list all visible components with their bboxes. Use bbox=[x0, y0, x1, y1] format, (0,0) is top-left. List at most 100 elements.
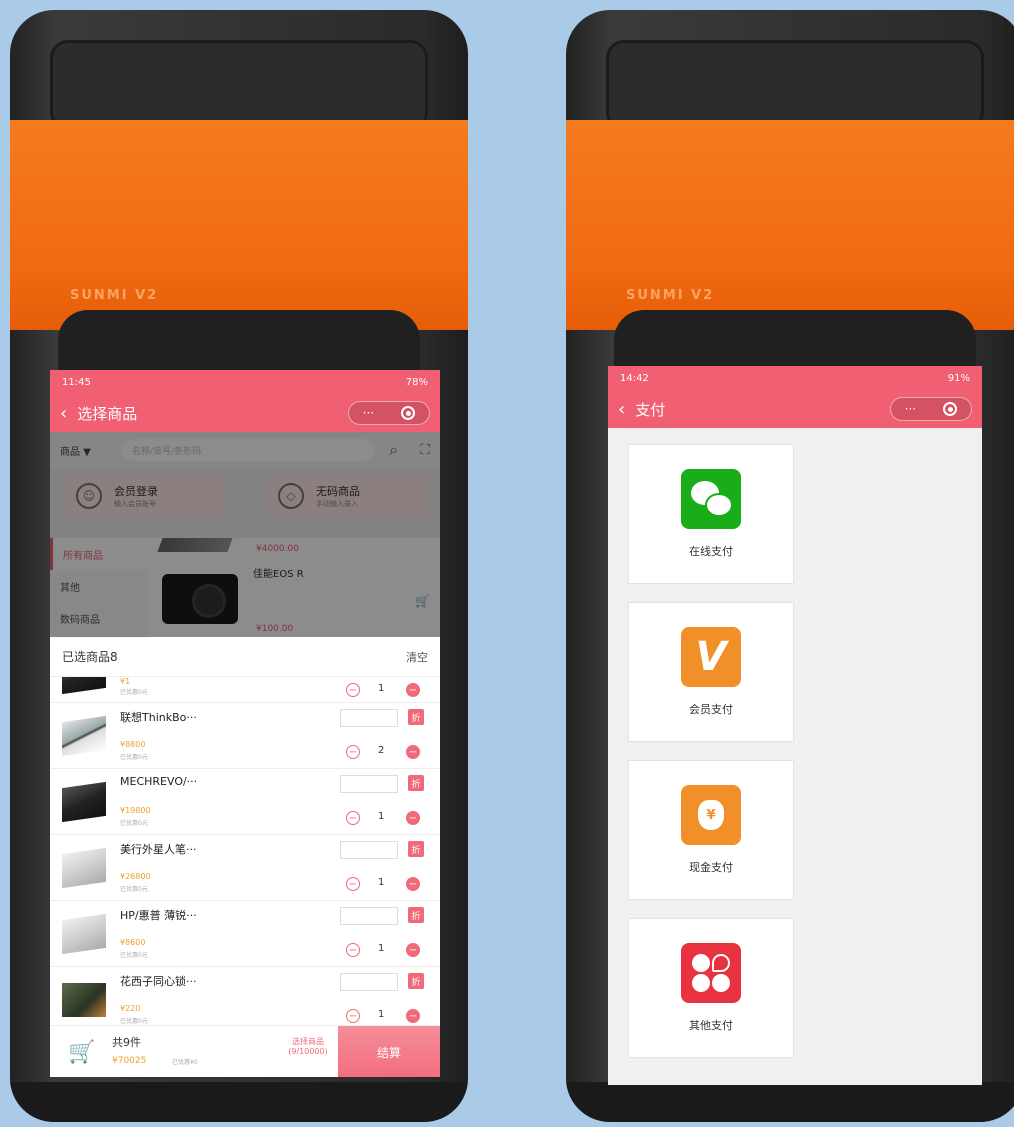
item-quantity: 1 bbox=[378, 1009, 385, 1020]
wechat-icon bbox=[681, 469, 741, 529]
close-target-icon[interactable] bbox=[943, 402, 958, 416]
device-bottom bbox=[566, 1082, 1014, 1122]
pos-device-left: SUNMI V2 11:45 78% ‹ 选择商品 ··· 商品 ▼ 名称/货号… bbox=[10, 10, 468, 1122]
checkout-footer: 🛒 共9件 ¥70025 已优惠¥0 选择商品 (9/10000) 结算 bbox=[50, 1025, 440, 1077]
price-edit-input[interactable] bbox=[340, 709, 398, 727]
discount-button[interactable]: 折 bbox=[408, 709, 424, 725]
increase-button[interactable]: − bbox=[406, 811, 420, 825]
item-price: ¥1 bbox=[120, 677, 131, 686]
increase-button[interactable]: − bbox=[406, 877, 420, 891]
list-item: MECHREVO/··· 折 ¥19800 已优惠0元 − 1 − bbox=[50, 769, 440, 835]
member-v-icon: V bbox=[681, 627, 741, 687]
price-edit-input[interactable] bbox=[340, 973, 398, 991]
checkout-button[interactable]: 结算 bbox=[338, 1026, 440, 1077]
discount-button[interactable]: 折 bbox=[408, 907, 424, 923]
select-label: 选择商品 bbox=[292, 1037, 324, 1046]
price-edit-input[interactable] bbox=[340, 841, 398, 859]
product-thumbnail bbox=[62, 847, 106, 889]
pay-label: 会员支付 bbox=[689, 703, 733, 716]
item-discount: 已优惠0元 bbox=[120, 886, 148, 893]
payment-methods: 在线支付 V 会员支付 ¥ 现金支付 其他支付 bbox=[608, 428, 982, 1058]
back-icon[interactable]: ‹ bbox=[618, 399, 625, 420]
total-price: ¥70025 bbox=[112, 1056, 147, 1066]
list-item: 美行外星人笔··· 折 ¥26800 已优惠0元 − 1 − bbox=[50, 835, 440, 901]
item-price: ¥8800 bbox=[120, 740, 146, 749]
clear-button[interactable]: 清空 bbox=[406, 649, 428, 665]
list-item: 花西子同心锁··· 折 ¥220 已优惠0元 − 1 − bbox=[50, 967, 440, 1033]
total-discount: 已优惠¥0 bbox=[172, 1059, 198, 1066]
cash-bag-icon: ¥ bbox=[681, 785, 741, 845]
more-icon[interactable]: ··· bbox=[363, 406, 374, 420]
item-price: ¥8600 bbox=[120, 938, 146, 947]
discount-button[interactable]: 折 bbox=[408, 775, 424, 791]
pay-member-button[interactable]: V 会员支付 bbox=[628, 602, 794, 742]
discount-button[interactable]: 折 bbox=[408, 973, 424, 989]
decrease-button[interactable]: − bbox=[346, 683, 360, 697]
left-screen: 11:45 78% ‹ 选择商品 ··· 商品 ▼ 名称/货号/条形码 ⌕ ⛶ … bbox=[50, 370, 440, 1077]
page-title: 选择商品 bbox=[77, 404, 138, 423]
item-name: MECHREVO/··· bbox=[120, 775, 198, 788]
device-bezel bbox=[58, 310, 420, 370]
close-target-icon[interactable] bbox=[401, 406, 416, 420]
other-clover-icon bbox=[681, 943, 741, 1003]
device-bottom bbox=[10, 1082, 468, 1122]
pay-label: 现金支付 bbox=[689, 861, 733, 874]
product-thumbnail bbox=[62, 781, 106, 823]
device-brand-logo: SUNMI V2 bbox=[70, 288, 159, 303]
increase-button[interactable]: − bbox=[406, 943, 420, 957]
status-time: 11:45 bbox=[62, 376, 91, 388]
pay-label: 在线支付 bbox=[689, 545, 733, 558]
item-quantity: 2 bbox=[378, 745, 385, 756]
decrease-button[interactable]: − bbox=[346, 943, 360, 957]
status-time: 14:42 bbox=[620, 372, 649, 384]
discount-button[interactable]: 折 bbox=[408, 841, 424, 857]
product-thumbnail bbox=[62, 715, 106, 757]
product-thumbnail bbox=[62, 913, 106, 955]
total-count: 共9件 bbox=[112, 1036, 141, 1049]
pay-other-button[interactable]: 其他支付 bbox=[628, 918, 794, 1058]
product-browser: 商品 ▼ 名称/货号/条形码 ⌕ ⛶ ☺ 会员登录 输入会员账号 ◇ 无码商品 bbox=[50, 432, 440, 638]
title-bar: ‹ 支付 ··· bbox=[608, 390, 982, 428]
price-edit-input[interactable] bbox=[340, 907, 398, 925]
select-products-link[interactable]: 选择商品 (9/10000) bbox=[282, 1036, 334, 1056]
status-bar: 11:45 78% bbox=[50, 370, 440, 394]
item-price: ¥26800 bbox=[120, 872, 151, 881]
page-title: 支付 bbox=[635, 400, 666, 419]
back-icon[interactable]: ‹ bbox=[60, 403, 67, 424]
decrease-button[interactable]: − bbox=[346, 1009, 360, 1023]
item-quantity: 1 bbox=[378, 683, 385, 694]
price-edit-input[interactable] bbox=[340, 775, 398, 793]
item-discount: 已优惠0元 bbox=[120, 952, 148, 959]
decrease-button[interactable]: − bbox=[346, 745, 360, 759]
decrease-button[interactable]: − bbox=[346, 877, 360, 891]
item-name: 联想ThinkBo··· bbox=[120, 711, 197, 724]
item-price: ¥19800 bbox=[120, 806, 151, 815]
cart-icon[interactable]: 🛒 bbox=[68, 1040, 95, 1065]
pay-online-button[interactable]: 在线支付 bbox=[628, 444, 794, 584]
device-brand-logo: SUNMI V2 bbox=[626, 288, 715, 303]
item-quantity: 1 bbox=[378, 811, 385, 822]
status-battery: 78% bbox=[405, 376, 428, 388]
status-bar: 14:42 91% bbox=[608, 366, 982, 390]
item-name: HP/惠普 薄锐··· bbox=[120, 909, 197, 922]
increase-button[interactable]: − bbox=[406, 745, 420, 759]
item-price: ¥220 bbox=[120, 1004, 141, 1013]
decrease-button[interactable]: − bbox=[346, 811, 360, 825]
item-discount: 已优惠0元 bbox=[120, 689, 148, 696]
item-name: 美行外星人笔··· bbox=[120, 843, 197, 856]
item-quantity: 1 bbox=[378, 943, 385, 954]
modal-overlay[interactable] bbox=[50, 432, 440, 637]
product-thumbnail bbox=[62, 677, 106, 695]
status-battery: 91% bbox=[947, 372, 970, 384]
pay-label: 其他支付 bbox=[689, 1019, 733, 1032]
printer-slot bbox=[50, 40, 428, 130]
increase-button[interactable]: − bbox=[406, 1009, 420, 1023]
select-count: (9/10000) bbox=[288, 1047, 328, 1056]
more-icon[interactable]: ··· bbox=[905, 402, 916, 416]
pay-cash-button[interactable]: ¥ 现金支付 bbox=[628, 760, 794, 900]
list-item: HP/惠普 薄锐··· 折 ¥8600 已优惠0元 − 1 − bbox=[50, 901, 440, 967]
item-discount: 已优惠0元 bbox=[120, 754, 148, 761]
title-bar: ‹ 选择商品 ··· bbox=[50, 394, 440, 432]
increase-button[interactable]: − bbox=[406, 683, 420, 697]
item-discount: 已优惠0元 bbox=[120, 820, 148, 827]
